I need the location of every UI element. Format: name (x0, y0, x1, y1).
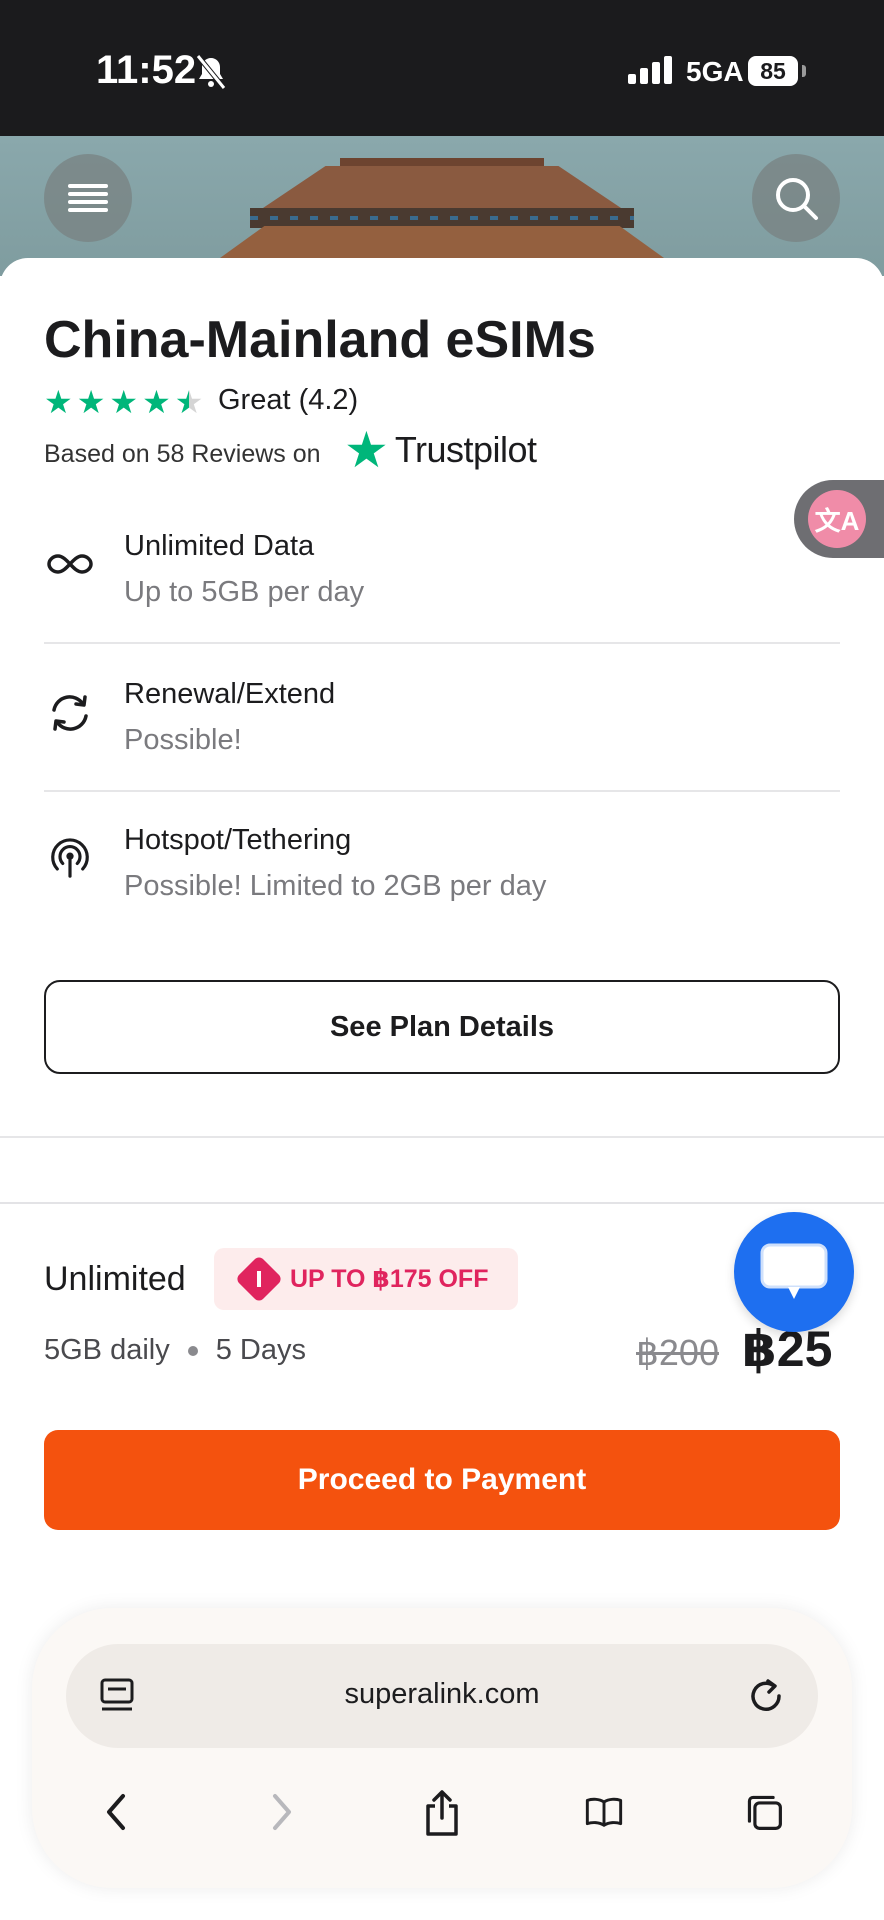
menu-button[interactable] (44, 154, 132, 242)
share-icon (426, 1790, 458, 1836)
infinity-icon (47, 554, 93, 574)
divider (44, 642, 840, 644)
battery-icon: 85 (748, 56, 798, 86)
reviews-text: Based on 58 Reviews on (44, 440, 321, 468)
data-daily: 5GB daily (44, 1334, 170, 1366)
tabs-button[interactable] (744, 1790, 784, 1834)
star-icon: ★ (142, 384, 171, 420)
forward-button[interactable] (262, 1790, 302, 1834)
chevron-left-icon (107, 1794, 125, 1830)
search-icon (776, 178, 818, 220)
trustpilot-logo[interactable]: ★ Trustpilot (344, 422, 537, 478)
trustpilot-star-icon: ★ (344, 422, 389, 478)
bell-muted-icon (194, 54, 228, 95)
rating-label: Great (4.2) (218, 384, 359, 416)
chevron-right-icon (273, 1794, 291, 1830)
old-price: ฿200 (636, 1332, 719, 1373)
tabs-icon (747, 1795, 782, 1830)
translate-icon: 文A (808, 490, 866, 548)
refresh-icon (52, 695, 88, 731)
feature-subtitle: Possible! Limited to 2GB per day (124, 870, 547, 902)
feature-subtitle: Possible! (124, 724, 242, 756)
discount-badge: UP TO ฿175 OFF (214, 1248, 518, 1310)
browser-toolbar: superalink.com (32, 1608, 852, 1888)
battery-nub (802, 65, 806, 77)
separator-dot (187, 1345, 198, 1356)
plan-name: Unlimited (44, 1260, 186, 1298)
divider (44, 790, 840, 792)
hero-image (0, 136, 884, 276)
share-button[interactable] (422, 1790, 462, 1836)
feature-title: Unlimited Data (124, 530, 315, 562)
bookmarks-button[interactable] (584, 1790, 624, 1834)
chat-button[interactable] (734, 1212, 854, 1332)
feature-title: Hotspot/Tethering (124, 824, 352, 856)
menu-icon (68, 184, 108, 212)
chat-bubble-icon (760, 1243, 828, 1299)
reload-icon[interactable] (746, 1674, 788, 1716)
hotspot-icon (51, 838, 89, 878)
status-bar: 11:52 5GA 85 (0, 0, 884, 136)
half-star-icon: ★ (174, 384, 204, 420)
feature-subtitle: Up to 5GB per day (124, 576, 365, 608)
status-time: 11:52 (96, 48, 197, 92)
book-icon (585, 1797, 623, 1827)
plan-meta: 5GB daily 5 Days (44, 1334, 306, 1367)
signal-icon (628, 56, 672, 84)
address-bar[interactable]: superalink.com (66, 1644, 818, 1748)
url-text: superalink.com (344, 1678, 540, 1710)
duration: 5 Days (215, 1334, 306, 1366)
network-label: 5GA (686, 56, 744, 87)
page-title: China-Mainland eSIMs (44, 311, 596, 369)
star-icon: ★ (44, 384, 73, 420)
discount-label: UP TO ฿175 OFF (290, 1265, 489, 1293)
see-plan-details-button[interactable]: See Plan Details (44, 980, 840, 1074)
search-button[interactable] (752, 154, 840, 242)
proceed-to-payment-button[interactable]: Proceed to Payment (44, 1430, 840, 1530)
trustpilot-label: Trustpilot (394, 429, 537, 470)
back-button[interactable] (96, 1790, 136, 1834)
star-icon: ★ (109, 384, 139, 420)
star-icon: ★ (76, 384, 106, 420)
rating-stars: ★ ★ ★ ★ ★ (44, 386, 203, 418)
translate-button[interactable]: 文A (794, 480, 884, 558)
feature-title: Renewal/Extend (124, 678, 336, 710)
tag-icon (234, 1254, 284, 1304)
divider (0, 1136, 884, 1138)
